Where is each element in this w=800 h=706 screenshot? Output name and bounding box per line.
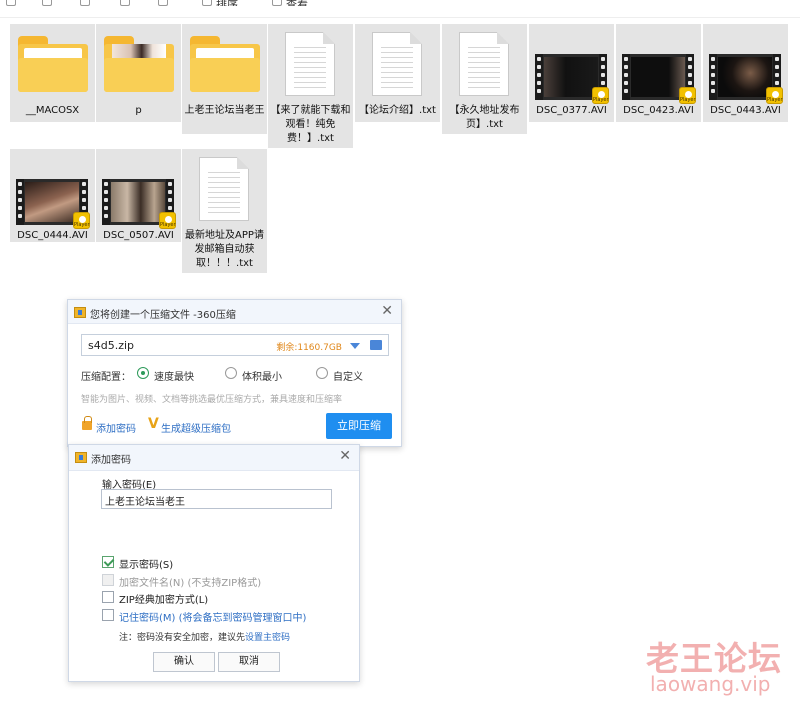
encrypt-filename-label: 加密文件名(N) (不支持ZIP格式)	[119, 578, 262, 589]
encrypt-filename-checkbox	[102, 574, 114, 586]
file-item-video-0377[interactable]: Player DSC_0377.AVI	[529, 24, 614, 122]
file-name: 【论坛介绍】.txt	[359, 105, 436, 116]
dialog-titlebar[interactable]: 您将创建一个压缩文件 -360压缩 ✕	[68, 300, 401, 324]
player-badge-icon: Player	[159, 212, 176, 229]
folder-icon	[18, 36, 88, 92]
player-badge-icon: Player	[679, 87, 696, 104]
file-name: __MACOSX	[25, 105, 80, 116]
confirm-button[interactable]: 确认	[153, 652, 215, 672]
remember-password-checkbox[interactable]	[102, 609, 114, 621]
password-input[interactable]: 上老王论坛当老王	[101, 489, 332, 509]
security-note: 注：密码没有安全加密，建议先设置主密码	[119, 630, 290, 643]
text-file-icon	[372, 32, 422, 96]
file-item-txt-address[interactable]: 【永久地址发布页】.txt	[442, 24, 527, 134]
text-file-icon	[199, 157, 249, 221]
file-name: DSC_0443.AVI	[710, 105, 781, 116]
zip-classic-checkbox[interactable]	[102, 591, 114, 603]
password-value: 上老王论坛当老王	[105, 497, 185, 508]
dialog-title: 您将创建一个压缩文件 -360压缩	[90, 310, 236, 321]
copy-icon[interactable]	[42, 0, 52, 6]
delete-icon[interactable]	[158, 0, 168, 6]
file-name: 最新地址及APP请发邮箱自动获取！！！.txt	[185, 230, 264, 269]
file-item-macosx[interactable]: __MACOSX	[10, 24, 95, 122]
rename-icon[interactable]	[120, 0, 130, 6]
radio-custom-label[interactable]: 自定义	[333, 368, 363, 383]
share-icon[interactable]	[80, 0, 90, 6]
add-password-link[interactable]: 添加密码	[96, 420, 136, 435]
compress-config-label: 压缩配置：	[81, 372, 131, 383]
file-item-video-0423[interactable]: Player DSC_0423.AVI	[616, 24, 701, 122]
file-name: p	[135, 105, 142, 116]
file-name: 【永久地址发布页】.txt	[449, 105, 520, 130]
video-file-icon: Player	[535, 54, 609, 104]
text-file-icon	[459, 32, 509, 96]
file-name: DSC_0377.AVI	[536, 105, 607, 116]
close-icon[interactable]: ✕	[339, 449, 351, 463]
file-item-txt-intro[interactable]: 【论坛介绍】.txt	[355, 24, 440, 122]
archive-name-value: s4d5.zip	[88, 339, 135, 352]
file-item-folder-laowang[interactable]: 上老王论坛当老王	[182, 24, 267, 134]
file-item-p[interactable]: p	[96, 24, 181, 122]
text-file-icon	[285, 32, 335, 96]
player-badge-icon: Player	[766, 87, 783, 104]
radio-custom[interactable]	[316, 367, 328, 379]
remember-password-label[interactable]: 记住密码(M) (将会备忘到密码管理窗口中)	[119, 609, 306, 624]
video-file-icon: Player	[102, 179, 176, 229]
archive-name-input[interactable]: s4d5.zip 剩余:1160.7GB	[81, 334, 389, 356]
zip-classic-label[interactable]: ZIP经典加密方式(L)	[119, 591, 208, 606]
radio-smallest[interactable]	[225, 367, 237, 379]
radio-fastest-label[interactable]: 速度最快	[154, 368, 194, 383]
sort-button[interactable]: 排序	[216, 0, 238, 6]
file-item-txt-latest[interactable]: 最新地址及APP请发邮箱自动获取！！！.txt	[182, 149, 267, 273]
compress-now-button[interactable]: 立即压缩	[326, 413, 392, 439]
show-password-checkbox[interactable]	[102, 556, 114, 568]
browse-folder-icon[interactable]	[370, 340, 382, 350]
sort-icon[interactable]	[202, 0, 212, 6]
video-file-icon: Player	[622, 54, 696, 104]
file-item-txt-free[interactable]: 【来了就能下载和观看！纯免费！】.txt	[268, 24, 353, 148]
lock-icon	[82, 416, 92, 430]
show-password-label[interactable]: 显示密码(S)	[119, 556, 173, 571]
super-package-icon: V	[148, 416, 159, 432]
radio-smallest-label[interactable]: 体积最小	[242, 368, 282, 383]
set-master-password-link[interactable]: 设置主密码	[245, 633, 290, 643]
cancel-button[interactable]: 取消	[218, 652, 280, 672]
new-item-icon[interactable]	[6, 0, 16, 6]
watermark-url: laowang.vip	[650, 672, 771, 696]
file-item-video-0443[interactable]: Player DSC_0443.AVI	[703, 24, 788, 122]
dialog-titlebar[interactable]: 添加密码 ✕	[69, 445, 359, 471]
compress-dialog: 您将创建一个压缩文件 -360压缩 ✕ s4d5.zip 剩余:1160.7GB…	[67, 299, 402, 447]
free-space-label: 剩余:1160.7GB	[276, 343, 342, 353]
close-icon[interactable]: ✕	[381, 304, 393, 318]
compress-hint: 智能为图片、视频、文档等挑选最优压缩方式，兼具速度和压缩率	[81, 395, 343, 405]
archive-app-icon	[75, 452, 87, 463]
super-package-link[interactable]: 生成超级压缩包	[161, 420, 231, 435]
file-name: DSC_0507.AVI	[103, 230, 174, 241]
security-note-text: 注：密码没有安全加密，建议先	[119, 633, 246, 643]
file-name: 上老王论坛当老王	[184, 105, 265, 116]
file-item-video-0444[interactable]: Player DSC_0444.AVI	[10, 149, 95, 242]
video-file-icon: Player	[16, 179, 90, 229]
chevron-down-icon[interactable]	[350, 343, 360, 349]
explorer-toolbar: 排序 查看	[0, 0, 800, 18]
radio-fastest[interactable]	[137, 367, 149, 379]
player-badge-icon: Player	[592, 87, 609, 104]
player-badge-icon: Player	[73, 212, 90, 229]
password-dialog: 添加密码 ✕ 输入密码(E) 上老王论坛当老王 显示密码(S) 加密文件名(N)…	[68, 444, 360, 682]
view-button[interactable]: 查看	[286, 0, 308, 6]
view-icon[interactable]	[272, 0, 282, 6]
video-file-icon: Player	[709, 54, 783, 104]
folder-icon	[190, 36, 260, 92]
folder-photo-icon	[104, 36, 174, 92]
file-item-video-0507[interactable]: Player DSC_0507.AVI	[96, 149, 181, 242]
file-name: DSC_0444.AVI	[17, 230, 88, 241]
archive-app-icon	[74, 307, 86, 318]
dialog-title: 添加密码	[91, 455, 131, 466]
file-name: 【来了就能下载和观看！纯免费！】.txt	[270, 105, 351, 144]
file-name: DSC_0423.AVI	[623, 105, 694, 116]
